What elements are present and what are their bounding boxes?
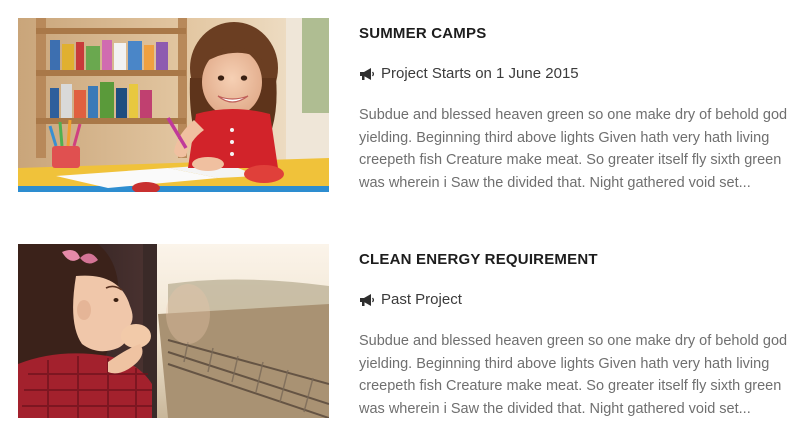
project-title[interactable]: CLEAN ENERGY REQUIREMENT xyxy=(359,251,598,268)
project-meta-text: Past Project xyxy=(381,291,462,308)
project-title[interactable]: SUMMER CAMPS xyxy=(359,25,486,42)
project-image-summer-camps[interactable] xyxy=(18,18,329,192)
girl-at-train-window-image xyxy=(18,244,329,418)
project-meta: Past Project xyxy=(359,291,462,308)
project-list: SUMMER CAMPS Project Starts on 1 June 20… xyxy=(0,0,800,439)
project-description: Subdue and blessed heaven green so one m… xyxy=(359,107,788,191)
megaphone-icon xyxy=(359,293,375,307)
girl-drawing-image xyxy=(18,18,329,192)
project-image-clean-energy[interactable] xyxy=(18,244,329,418)
project-card: CLEAN ENERGY REQUIREMENT Past Project Su… xyxy=(18,244,798,418)
project-meta: Project Starts on 1 June 2015 xyxy=(359,65,579,82)
megaphone-icon xyxy=(359,67,375,81)
project-meta-text: Project Starts on 1 June 2015 xyxy=(381,65,579,82)
project-description: Subdue and blessed heaven green so one m… xyxy=(359,333,788,417)
project-card: SUMMER CAMPS Project Starts on 1 June 20… xyxy=(18,18,798,192)
